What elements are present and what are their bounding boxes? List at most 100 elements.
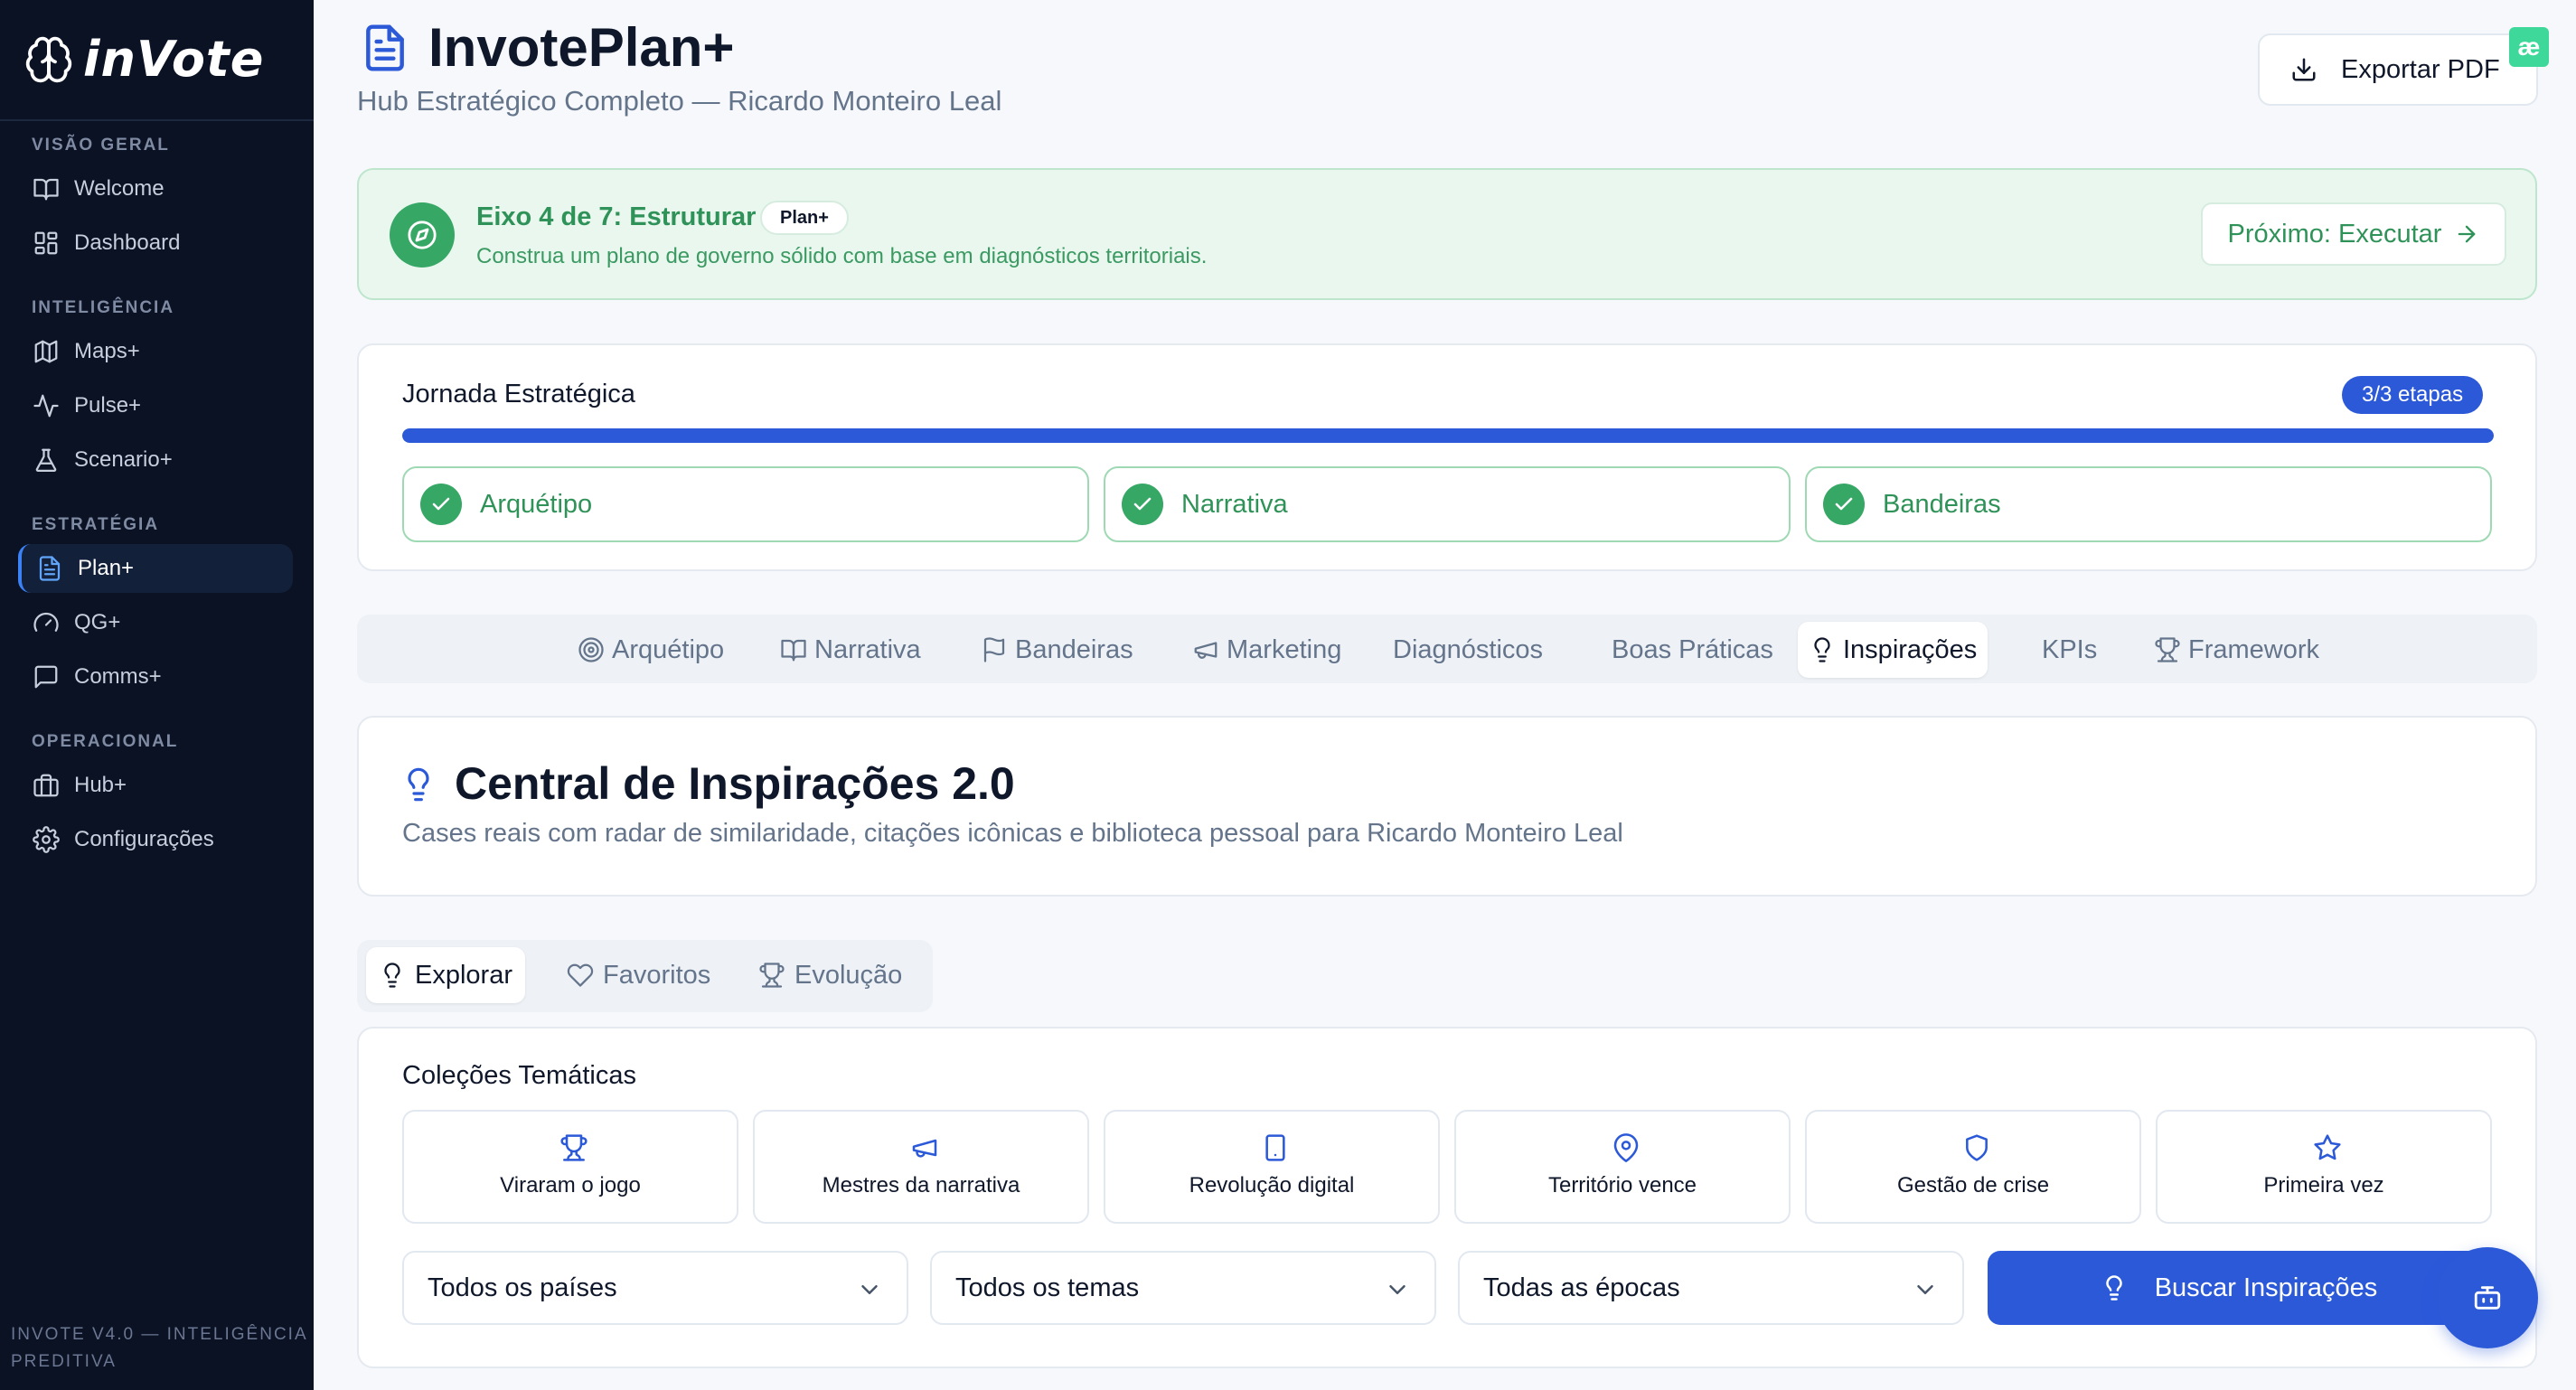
collection-tile-territory-wins[interactable]: Território vence [1454,1110,1791,1224]
axis-title: Eixo 4 de 7: Estruturar [476,202,757,231]
sidebar-footer: INVOTE V4.0 — INTELIGÊNCIA PREDITIVA [11,1325,307,1371]
target-icon [578,637,604,662]
sidebar-item-label: Scenario+ [74,447,173,472]
subtab-explore[interactable]: Explorar [366,947,525,1003]
file-text-icon [366,24,404,71]
collection-tile-turned-the-game[interactable]: Viraram o jogo [402,1110,738,1224]
search-inspirations-label: Buscar Inspirações [2154,1273,2378,1302]
tab-framework[interactable]: Framework [2143,622,2330,678]
sidebar-item-label: Welcome [74,176,165,201]
tab-best-practices[interactable]: Boas Práticas [1601,622,1784,678]
sidebar-section-title: ESTRATÉGIA [32,515,160,534]
tab-inspirations[interactable]: Inspirações [1798,622,1988,678]
sidebar-item-label: QG+ [74,610,121,634]
journey-title: Jornada Estratégica [402,380,635,409]
check-icon [432,497,450,511]
sidebar-item-qg[interactable]: QG+ [18,598,293,647]
subtab-label: Evolução [794,960,903,990]
sidebar-item-label: Hub+ [74,773,127,797]
bot-icon [2474,1286,2501,1310]
app-logo[interactable]: inVote [24,31,264,88]
subtab-label: Favoritos [603,960,711,990]
tab-label: Marketing [1227,634,1342,664]
page-title: InvotePlan+ [428,17,735,78]
sidebar-item-welcome[interactable]: Welcome [18,164,293,213]
sidebar-item-label: Dashboard [74,230,181,255]
sidebar-item-label: Comms+ [74,664,162,689]
sidebar-item-scenario[interactable]: Scenario+ [18,436,293,484]
collection-label: Viraram o jogo [500,1173,641,1197]
step-check-badge [420,484,462,525]
message-icon [34,665,58,689]
sidebar: inVote VISÃO GERAL Welcome Dashboard INT… [0,0,314,1390]
theme-select[interactable]: Todos os temas [930,1251,1436,1325]
book-icon [33,178,59,201]
tab-kpis[interactable]: KPIs [2031,622,2108,678]
chevron-down-icon [1389,1285,1406,1294]
step-check-badge [1122,484,1163,525]
inspirations-description: Cases reais com radar de similaridade, c… [402,819,1623,848]
sidebar-item-label: Maps+ [74,339,140,363]
axis-description: Construa um plano de governo sólido com … [476,244,1208,268]
logo-text: inVote [83,31,265,88]
inspirations-header-card: Central de Inspirações 2.0 Cases reais c… [357,716,2537,897]
sidebar-item-pulse[interactable]: Pulse+ [18,381,293,430]
sidebar-item-label: Pulse+ [74,393,142,418]
search-inspirations-button[interactable]: Buscar Inspirações [1988,1251,2490,1325]
building-icon [33,774,59,797]
strategic-journey-card: Jornada Estratégica 3/3 etapas Arquétipo… [357,343,2537,571]
assistant-bot-button[interactable] [2437,1247,2538,1348]
collection-tile-crisis-management[interactable]: Gestão de crise [1805,1110,2141,1224]
trophy-icon [560,1134,588,1161]
journey-step-label: Arquétipo [480,489,593,519]
era-select[interactable]: Todas as épocas [1458,1251,1964,1325]
journey-step-flags[interactable]: Bandeiras [1805,466,2492,542]
subtab-evolution[interactable]: Evolução [746,947,915,1003]
journey-step-label: Narrativa [1181,489,1288,519]
tab-flags[interactable]: Bandeiras [970,622,1144,678]
lightbulb-icon [408,767,429,802]
journey-step-narrative[interactable]: Narrativa [1104,466,1791,542]
sidebar-item-plan[interactable]: Plan+ [18,544,293,593]
collection-label: Revolução digital [1189,1173,1355,1197]
theme-select-value: Todos os temas [955,1273,1140,1302]
sidebar-item-settings[interactable]: Configurações [18,815,293,864]
lightbulb-icon [384,963,400,988]
star-icon [2314,1134,2341,1160]
next-axis-button[interactable]: Próximo: Executar [2201,202,2506,266]
collection-tile-narrative-masters[interactable]: Mestres da narrativa [753,1110,1089,1224]
collection-label: Primeira vez [2263,1173,2384,1197]
journey-step-archetype[interactable]: Arquétipo [402,466,1089,542]
sidebar-item-maps[interactable]: Maps+ [18,327,293,376]
subtab-favorites[interactable]: Favoritos [554,947,723,1003]
export-pdf-button[interactable]: Exportar PDF [2258,33,2538,106]
country-select[interactable]: Todos os países [402,1251,908,1325]
extension-badge[interactable]: æ [2509,27,2549,67]
journey-progress-bar [402,428,2494,443]
tab-label: Arquétipo [612,634,725,664]
tab-archetype[interactable]: Arquétipo [567,622,735,678]
tab-label: Framework [2188,634,2320,664]
sidebar-divider [0,119,314,121]
file-icon [39,556,61,581]
collection-tile-digital-revolution[interactable]: Revolução digital [1104,1110,1440,1224]
lightbulb-icon [2105,1275,2122,1301]
gear-icon [33,826,60,853]
tab-label: Diagnósticos [1393,634,1544,664]
tab-label: Boas Práticas [1612,634,1773,664]
sidebar-item-dashboard[interactable]: Dashboard [18,219,293,268]
sidebar-item-comms[interactable]: Comms+ [18,653,293,701]
page-subtitle: Hub Estratégico Completo — Ricardo Monte… [357,85,1002,117]
country-select-value: Todos os países [428,1273,617,1302]
megaphone-icon [912,1139,937,1158]
compass-icon [408,221,437,249]
inspirations-title: Central de Inspirações 2.0 [455,758,1015,809]
tab-diagnostics[interactable]: Diagnósticos [1382,622,1554,678]
heart-icon [567,963,594,987]
book-open-icon [781,639,806,662]
collection-tile-first-time[interactable]: Primeira vez [2156,1110,2492,1224]
grid-icon [34,231,58,255]
sidebar-item-hub[interactable]: Hub+ [18,761,293,810]
tab-narrative[interactable]: Narrativa [769,622,932,678]
tab-marketing[interactable]: Marketing [1181,622,1352,678]
